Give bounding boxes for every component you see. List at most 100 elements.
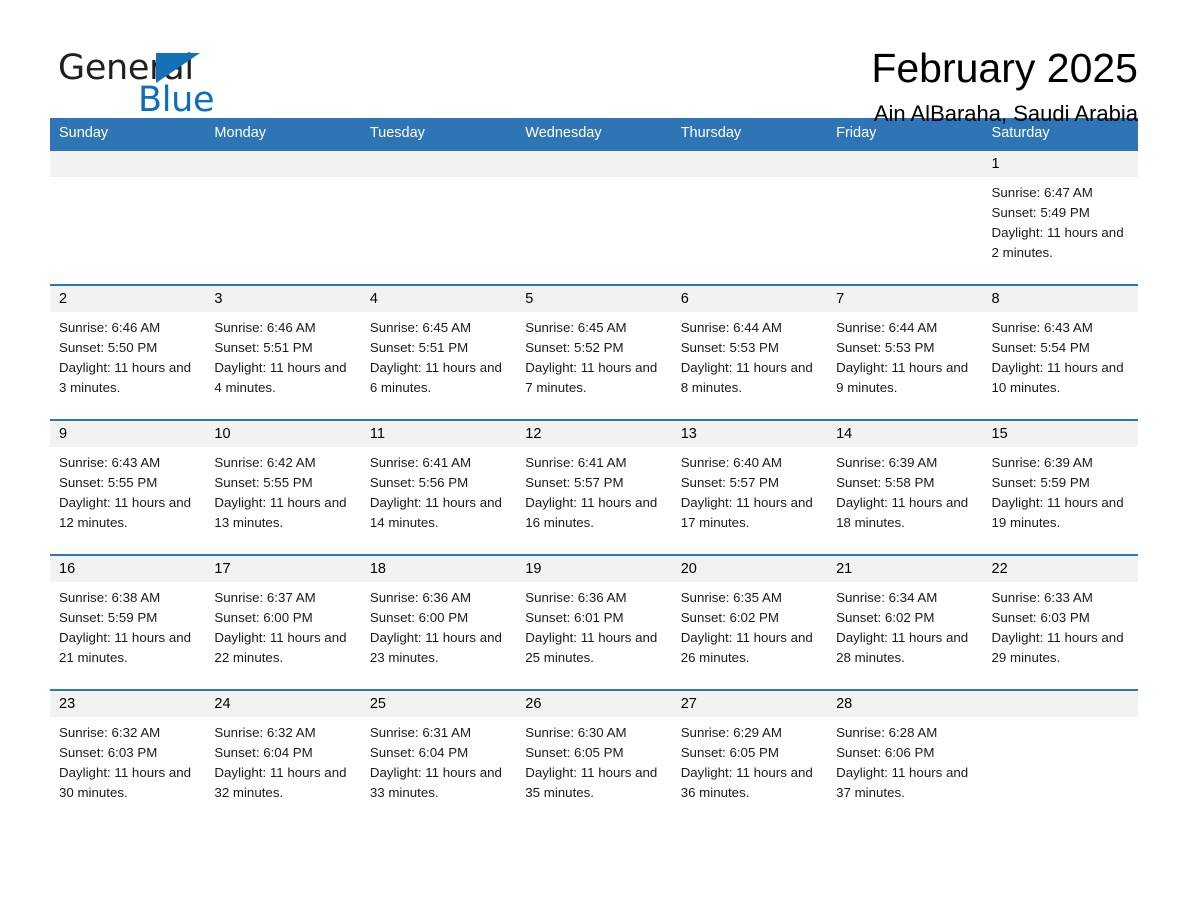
daylight-text: Daylight: 11 hours and 25 minutes. bbox=[525, 630, 658, 665]
daylight-text: Daylight: 11 hours and 22 minutes. bbox=[214, 630, 347, 665]
calendar-day-cell-empty bbox=[50, 149, 206, 285]
sunset-text: Sunset: 5:54 PM bbox=[991, 340, 1090, 355]
day-number: 13 bbox=[671, 421, 828, 447]
calendar-day-cell[interactable]: 22 Sunrise: 6:33 AM Sunset: 6:03 PM Dayligh… bbox=[982, 554, 1138, 690]
sunrise-text: Sunrise: 6:44 AM bbox=[836, 320, 938, 335]
sunset-text: Sunset: 6:04 PM bbox=[214, 745, 313, 760]
calendar-body: 1 Sunrise: 6:47 AM Sunset: 5:49 PM Daylight… bbox=[50, 149, 1138, 825]
calendar-day-cell[interactable]: 6 Sunrise: 6:44 AM Sunset: 5:53 PM Daylight… bbox=[671, 284, 828, 420]
calendar-day-cell[interactable]: 8 Sunrise: 6:43 AM Sunset: 5:54 PM Daylight… bbox=[982, 284, 1138, 420]
sunrise-text: Sunrise: 6:41 AM bbox=[525, 455, 627, 470]
day-number: 28 bbox=[827, 691, 983, 717]
calendar-day-cell[interactable]: 27 Sunrise: 6:29 AM Sunset: 6:05 PM Dayligh… bbox=[671, 689, 828, 825]
day-details: Sunrise: 6:43 AM Sunset: 5:54 PM Daylight:… bbox=[983, 312, 1138, 398]
day-number: 1 bbox=[982, 151, 1138, 177]
sunset-text: Sunset: 6:05 PM bbox=[680, 745, 779, 760]
sunrise-text: Sunrise: 6:28 AM bbox=[836, 725, 938, 740]
sunrise-text: Sunrise: 6:29 AM bbox=[680, 725, 782, 740]
location-subtitle: Ain AlBaraha, Saudi Arabia bbox=[873, 101, 1138, 126]
sunset-text: Sunset: 5:53 PM bbox=[836, 340, 935, 355]
calendar-day-cell[interactable]: 17 Sunrise: 6:37 AM Sunset: 6:00 PM Dayligh… bbox=[205, 554, 361, 690]
sunset-text: Sunset: 5:55 PM bbox=[59, 475, 158, 490]
day-number: 20 bbox=[671, 556, 828, 582]
calendar-day-cell[interactable]: 24 Sunrise: 6:32 AM Sunset: 6:04 PM Dayligh… bbox=[205, 689, 361, 825]
sunrise-text: Sunrise: 6:39 AM bbox=[991, 455, 1093, 470]
sunset-text: Sunset: 5:49 PM bbox=[991, 205, 1090, 220]
daylight-text: Daylight: 11 hours and 32 minutes. bbox=[214, 765, 347, 800]
calendar-day-cell[interactable]: 9 Sunrise: 6:43 AM Sunset: 5:55 PM Daylight… bbox=[50, 419, 206, 555]
sunset-text: Sunset: 5:59 PM bbox=[991, 475, 1090, 490]
day-details: Sunrise: 6:45 AM Sunset: 5:52 PM Daylight:… bbox=[516, 312, 671, 398]
calendar-day-cell[interactable]: 13 Sunrise: 6:40 AM Sunset: 5:57 PM Dayligh… bbox=[671, 419, 828, 555]
masthead: General Blue February 2025 Ain AlBaraha,… bbox=[50, 0, 1138, 126]
calendar-day-cell-empty bbox=[516, 149, 672, 285]
calendar-day-cell[interactable]: 12 Sunrise: 6:41 AM Sunset: 5:57 PM Dayligh… bbox=[516, 419, 672, 555]
sunset-text: Sunset: 5:59 PM bbox=[59, 610, 158, 625]
sunrise-text: Sunrise: 6:42 AM bbox=[214, 455, 316, 470]
daylight-text: Daylight: 11 hours and 7 minutes. bbox=[525, 360, 658, 395]
day-number bbox=[50, 151, 206, 177]
calendar-day-cell[interactable]: 28 Sunrise: 6:28 AM Sunset: 6:06 PM Dayligh… bbox=[827, 689, 983, 825]
calendar-day-cell[interactable]: 20 Sunrise: 6:35 AM Sunset: 6:02 PM Dayligh… bbox=[671, 554, 828, 690]
daylight-text: Daylight: 11 hours and 6 minutes. bbox=[369, 360, 502, 395]
day-number: 21 bbox=[827, 556, 983, 582]
calendar-day-cell[interactable]: 15 Sunrise: 6:39 AM Sunset: 5:59 PM Dayligh… bbox=[982, 419, 1138, 555]
column-header-thursday: Thursday bbox=[671, 118, 828, 150]
day-details: Sunrise: 6:29 AM Sunset: 6:05 PM Daylight:… bbox=[672, 717, 827, 803]
day-details: Sunrise: 6:32 AM Sunset: 6:03 PM Daylight:… bbox=[50, 717, 205, 803]
generalblue-logo[interactable]: General Blue bbox=[58, 48, 318, 120]
day-details: Sunrise: 6:36 AM Sunset: 6:00 PM Daylight:… bbox=[361, 582, 516, 668]
calendar-day-cell[interactable]: 21 Sunrise: 6:34 AM Sunset: 6:02 PM Dayligh… bbox=[827, 554, 983, 690]
sunrise-text: Sunrise: 6:45 AM bbox=[525, 320, 627, 335]
calendar-day-cell[interactable]: 14 Sunrise: 6:39 AM Sunset: 5:58 PM Dayligh… bbox=[827, 419, 983, 555]
day-details: Sunrise: 6:28 AM Sunset: 6:06 PM Daylight:… bbox=[827, 717, 982, 803]
sunset-text: Sunset: 6:04 PM bbox=[369, 745, 469, 760]
calendar-day-cell[interactable]: 11 Sunrise: 6:41 AM Sunset: 5:56 PM Dayligh… bbox=[360, 419, 517, 555]
sunrise-text: Sunrise: 6:44 AM bbox=[680, 320, 782, 335]
day-number: 3 bbox=[205, 286, 361, 312]
calendar-day-cell[interactable]: 25 Sunrise: 6:31 AM Sunset: 6:04 PM Dayligh… bbox=[360, 689, 517, 825]
sunrise-text: Sunrise: 6:35 AM bbox=[680, 590, 782, 605]
sunrise-text: Sunrise: 6:36 AM bbox=[525, 590, 627, 605]
calendar-day-cell[interactable]: 16 Sunrise: 6:38 AM Sunset: 5:59 PM Dayligh… bbox=[50, 554, 206, 690]
day-number: 10 bbox=[205, 421, 361, 447]
day-details: Sunrise: 6:46 AM Sunset: 5:50 PM Daylight:… bbox=[50, 312, 205, 398]
calendar-day-cell[interactable]: 18 Sunrise: 6:36 AM Sunset: 6:00 PM Dayligh… bbox=[360, 554, 517, 690]
daylight-text: Daylight: 11 hours and 10 minutes. bbox=[991, 360, 1124, 395]
calendar-day-cell[interactable]: 2 Sunrise: 6:46 AM Sunset: 5:50 PM Daylight… bbox=[50, 284, 206, 420]
sunset-text: Sunset: 5:51 PM bbox=[214, 340, 313, 355]
day-number bbox=[982, 691, 1138, 717]
calendar-day-cell[interactable]: 5 Sunrise: 6:45 AM Sunset: 5:52 PM Daylight… bbox=[516, 284, 672, 420]
day-details: Sunrise: 6:45 AM Sunset: 5:51 PM Daylight:… bbox=[361, 312, 516, 398]
day-details: Sunrise: 6:39 AM Sunset: 5:58 PM Daylight:… bbox=[827, 447, 982, 533]
calendar-day-cell[interactable]: 26 Sunrise: 6:30 AM Sunset: 6:05 PM Dayligh… bbox=[516, 689, 672, 825]
day-number: 4 bbox=[360, 286, 517, 312]
day-number: 12 bbox=[516, 421, 672, 447]
calendar-day-cell[interactable]: 10 Sunrise: 6:42 AM Sunset: 5:55 PM Dayligh… bbox=[205, 419, 361, 555]
sunrise-text: Sunrise: 6:40 AM bbox=[680, 455, 782, 470]
column-header-wednesday: Wednesday bbox=[516, 118, 672, 150]
logo-triangle-icon bbox=[156, 53, 200, 83]
calendar-week-row: 23 Sunrise: 6:32 AM Sunset: 6:03 PM Dayligh… bbox=[50, 689, 1138, 825]
calendar-day-cell[interactable]: 3 Sunrise: 6:46 AM Sunset: 5:51 PM Daylight… bbox=[205, 284, 361, 420]
calendar-day-cell[interactable]: 23 Sunrise: 6:32 AM Sunset: 6:03 PM Dayligh… bbox=[50, 689, 206, 825]
day-number: 11 bbox=[360, 421, 517, 447]
daylight-text: Daylight: 11 hours and 21 minutes. bbox=[59, 630, 192, 665]
day-number: 18 bbox=[360, 556, 517, 582]
day-number: 24 bbox=[205, 691, 361, 717]
daylight-text: Daylight: 11 hours and 4 minutes. bbox=[214, 360, 347, 395]
daylight-text: Daylight: 11 hours and 30 minutes. bbox=[59, 765, 192, 800]
calendar-day-cell[interactable]: 4 Sunrise: 6:45 AM Sunset: 5:51 PM Daylight… bbox=[360, 284, 517, 420]
calendar-day-cell[interactable]: 19 Sunrise: 6:36 AM Sunset: 6:01 PM Dayligh… bbox=[516, 554, 672, 690]
calendar-day-cell[interactable]: 7 Sunrise: 6:44 AM Sunset: 5:53 PM Daylight… bbox=[827, 284, 983, 420]
sunrise-text: Sunrise: 6:32 AM bbox=[59, 725, 161, 740]
day-number: 16 bbox=[50, 556, 206, 582]
day-details: Sunrise: 6:47 AM Sunset: 5:49 PM Daylight:… bbox=[983, 177, 1138, 263]
daylight-text: Daylight: 11 hours and 18 minutes. bbox=[836, 495, 969, 530]
sunset-text: Sunset: 5:53 PM bbox=[680, 340, 779, 355]
day-number bbox=[827, 151, 983, 177]
sunset-text: Sunset: 6:02 PM bbox=[836, 610, 935, 625]
daylight-text: Daylight: 11 hours and 13 minutes. bbox=[214, 495, 347, 530]
daylight-text: Daylight: 11 hours and 17 minutes. bbox=[680, 495, 813, 530]
calendar-day-cell[interactable]: 1 Sunrise: 6:47 AM Sunset: 5:49 PM Daylight… bbox=[982, 149, 1138, 285]
